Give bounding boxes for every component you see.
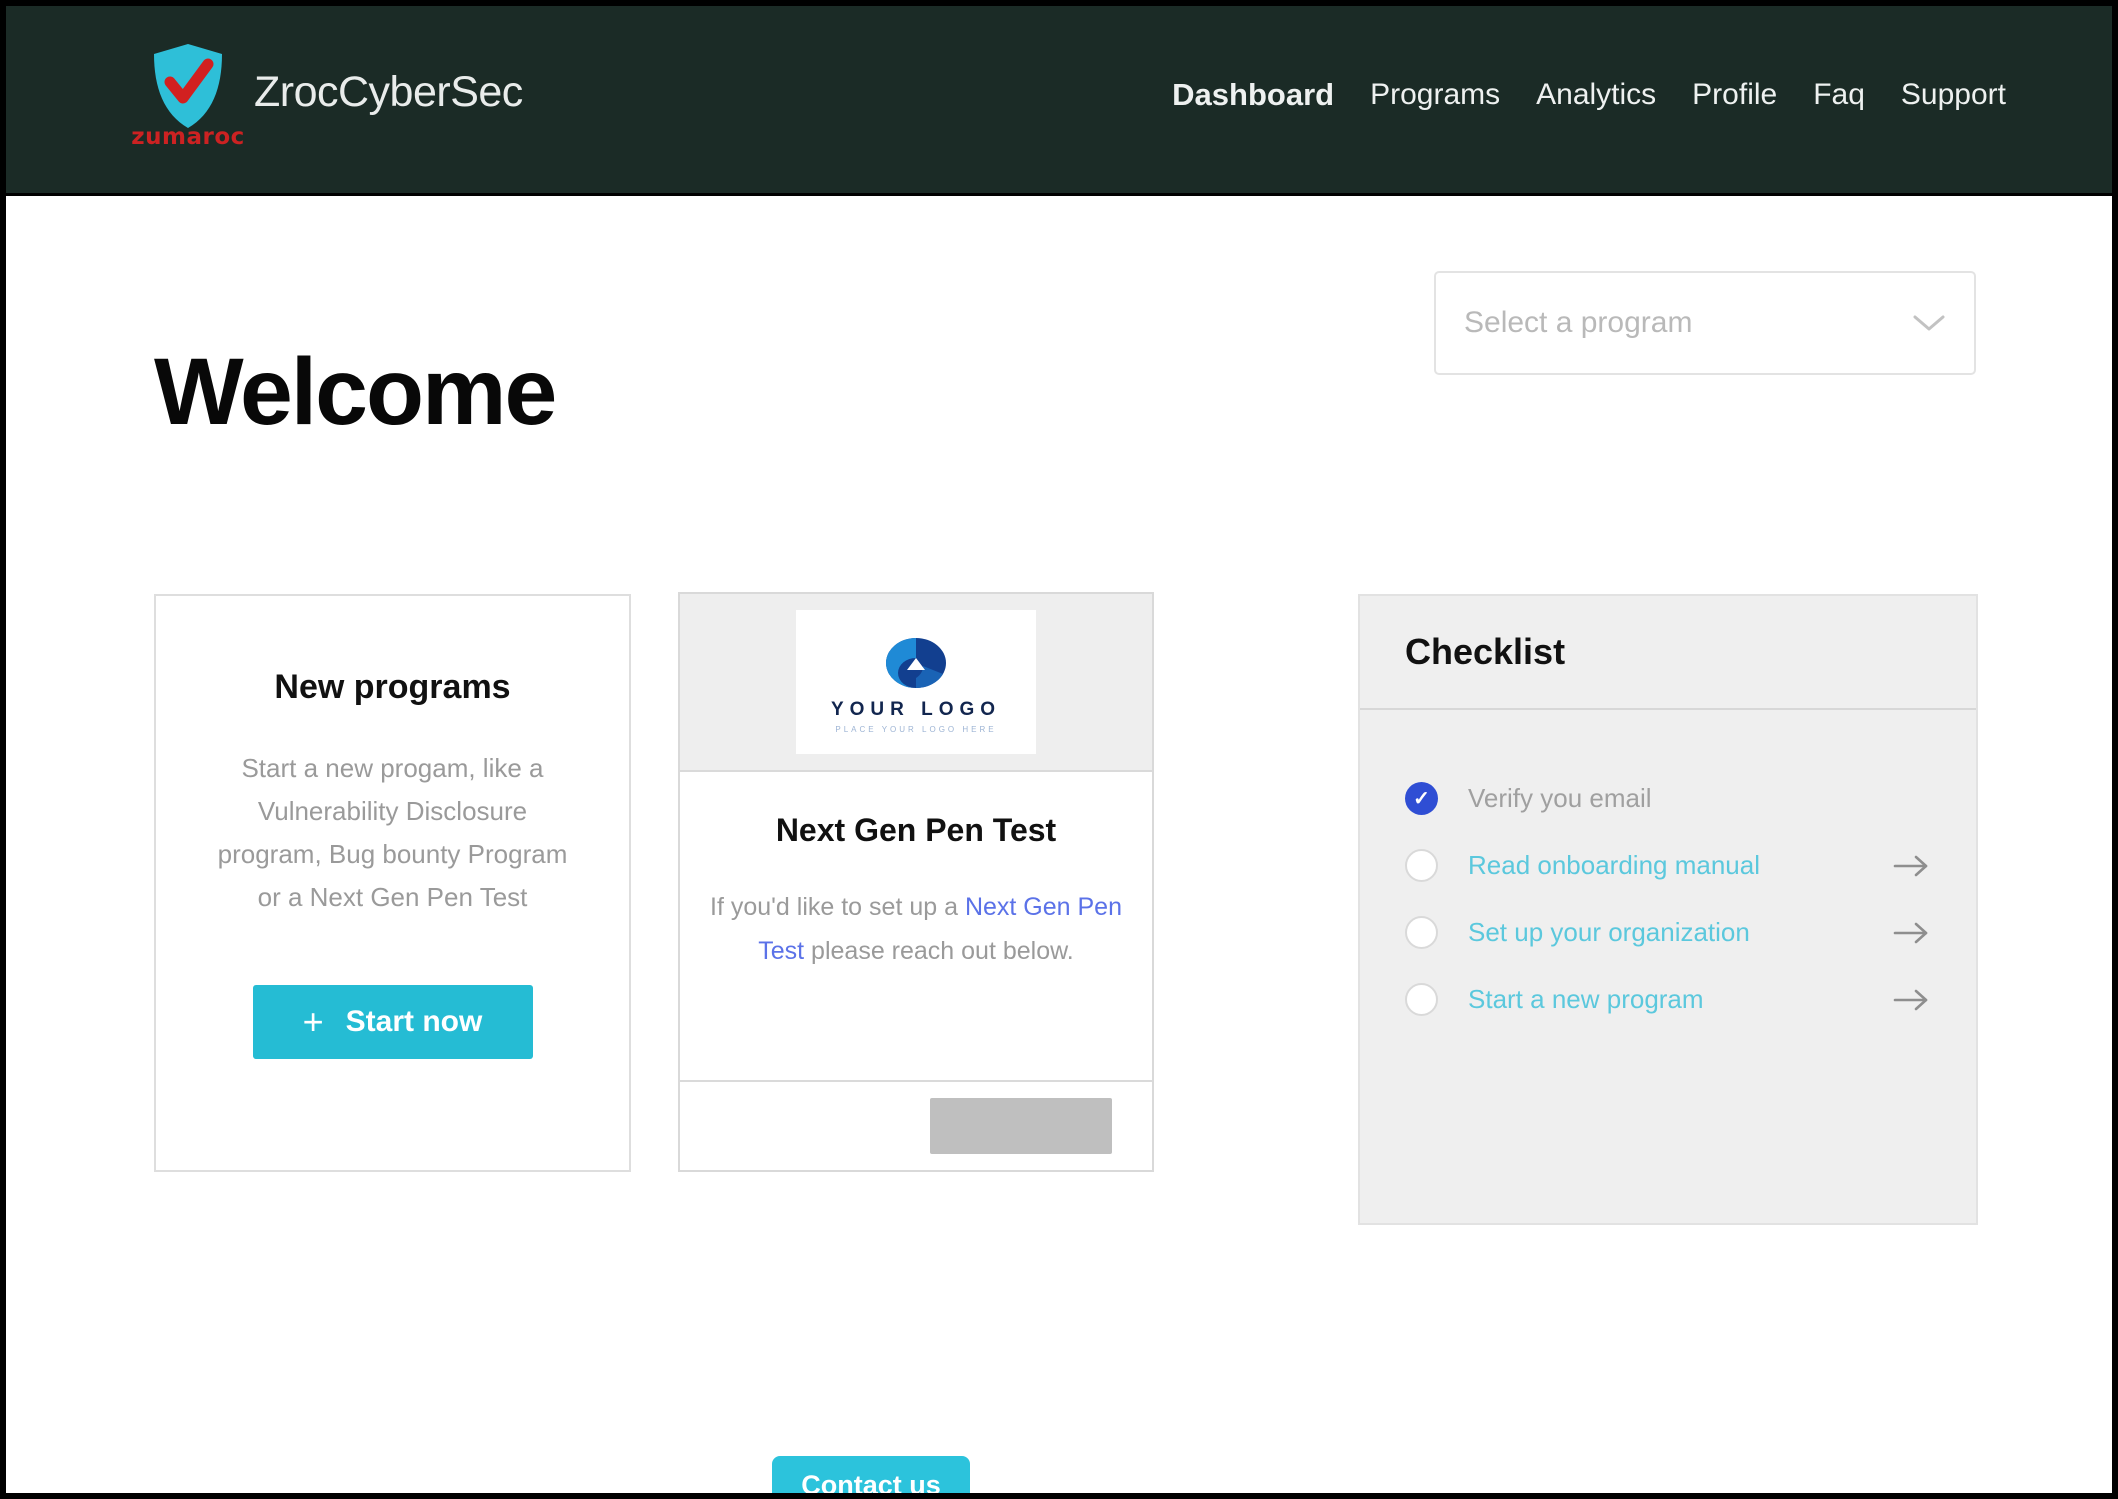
ngpt-footer-button[interactable] — [930, 1098, 1112, 1154]
ngpt-description-before: If you'd like to set up a — [710, 893, 965, 921]
chevron-down-icon — [1912, 313, 1946, 333]
start-now-label: Start now — [345, 1005, 483, 1038]
ngpt-title: Next Gen Pen Test — [775, 812, 1057, 848]
page-title: Welcome — [154, 339, 557, 445]
contact-us-button[interactable]: Contact us — [772, 1456, 970, 1493]
placeholder-logo-tagline: PLACE YOUR LOGO HERE — [835, 725, 997, 734]
check-circle-filled-icon[interactable]: ✓ — [1405, 782, 1438, 815]
placeholder-logo-text: YOUR LOGO — [830, 699, 1002, 720]
checklist-header: Checklist — [1360, 596, 1976, 710]
plus-icon: + — [302, 1001, 324, 1042]
start-now-button[interactable]: + Start now — [252, 985, 533, 1059]
checklist-item-verify-email[interactable]: ✓ Verify you email — [1405, 765, 1931, 832]
program-select-dropdown[interactable]: Select a program — [1434, 271, 1976, 375]
checklist-items: ✓ Verify you email Read onboarding manua… — [1360, 710, 1976, 1033]
card-next-gen-pen-test: YOUR LOGO PLACE YOUR LOGO HERE Next Gen … — [678, 592, 1154, 1172]
nav-item-faq[interactable]: Faq — [1795, 78, 1883, 112]
brand-name: ZrocCyberSec — [254, 68, 523, 116]
arrow-right-icon[interactable] — [1893, 987, 1931, 1013]
ngpt-description-after: please reach out below. — [804, 937, 1074, 965]
checklist-item-label: Set up your organization — [1468, 917, 1750, 947]
card-new-programs: New programs Start a new progam, like a … — [154, 594, 631, 1172]
main-content: Select a program Welcome New programs St… — [6, 199, 2112, 1493]
ngpt-logo-area: YOUR LOGO PLACE YOUR LOGO HERE — [680, 594, 1152, 770]
nav-item-profile[interactable]: Profile — [1674, 78, 1795, 112]
shield-check-icon: zumaroc — [131, 42, 244, 158]
ngpt-description: If you'd like to set up a Next Gen Pen T… — [706, 885, 1126, 973]
app-window: zumaroc ZrocCyberSec Dashboard Programs … — [0, 0, 2118, 1499]
ngpt-body: Next Gen Pen Test If you'd like to set u… — [680, 770, 1152, 1080]
checklist-item-start-new-program[interactable]: Start a new program — [1405, 966, 1931, 1033]
nav-item-programs[interactable]: Programs — [1352, 78, 1518, 112]
main-nav: Dashboard Programs Analytics Profile Faq… — [1154, 77, 2024, 113]
check-mark-icon: ✓ — [1413, 787, 1430, 810]
checklist-item-label: Start a new program — [1468, 984, 1704, 1014]
checklist-item-label: Read onboarding manual — [1468, 850, 1760, 880]
check-circle-empty-icon[interactable] — [1405, 916, 1438, 949]
checklist-panel: Checklist ✓ Verify you email Read onboar… — [1358, 594, 1978, 1225]
brand-sublabel: zumaroc — [131, 123, 245, 150]
ngpt-footer — [680, 1080, 1152, 1170]
checklist-item-label: Verify you email — [1468, 783, 1652, 813]
program-select-placeholder: Select a program — [1464, 306, 1693, 339]
nav-item-dashboard[interactable]: Dashboard — [1154, 77, 1352, 113]
checklist-item-set-up-organization[interactable]: Set up your organization — [1405, 899, 1931, 966]
new-programs-description: Start a new progam, like a Vulnerability… — [217, 753, 568, 912]
check-circle-empty-icon[interactable] — [1405, 983, 1438, 1016]
checklist-title: Checklist — [1405, 631, 1566, 672]
top-navigation-bar: zumaroc ZrocCyberSec Dashboard Programs … — [6, 6, 2112, 196]
nav-item-analytics[interactable]: Analytics — [1518, 78, 1674, 112]
new-programs-title: New programs — [274, 668, 511, 706]
nav-item-support[interactable]: Support — [1883, 78, 2024, 112]
checklist-item-read-onboarding-manual[interactable]: Read onboarding manual — [1405, 832, 1931, 899]
brand-logo[interactable]: zumaroc ZrocCyberSec — [131, 42, 523, 158]
check-circle-empty-icon[interactable] — [1405, 849, 1438, 882]
arrow-right-icon[interactable] — [1893, 853, 1931, 879]
arrow-right-icon[interactable] — [1893, 920, 1931, 946]
placeholder-logo-icon: YOUR LOGO PLACE YOUR LOGO HERE — [796, 610, 1036, 754]
